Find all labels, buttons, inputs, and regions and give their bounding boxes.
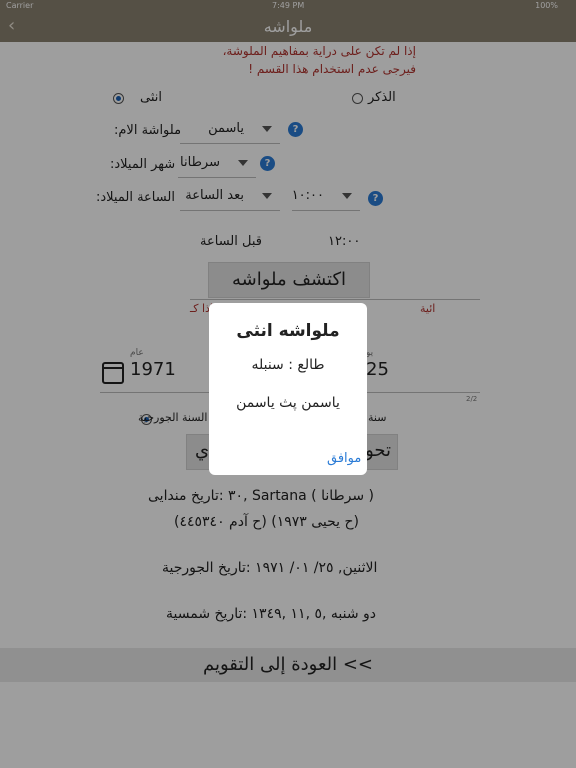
dialog-title: ملواشه انثى [236, 321, 340, 341]
alert-dialog: ملواشه انثى طالع : سنبله ياسمن پث ياسمن … [209, 303, 367, 475]
dialog-line-2: ياسمن پث ياسمن [236, 395, 340, 411]
dialog-line-1: طالع : سنبله [251, 357, 325, 373]
dialog-ok-button[interactable]: موافق [327, 451, 361, 466]
